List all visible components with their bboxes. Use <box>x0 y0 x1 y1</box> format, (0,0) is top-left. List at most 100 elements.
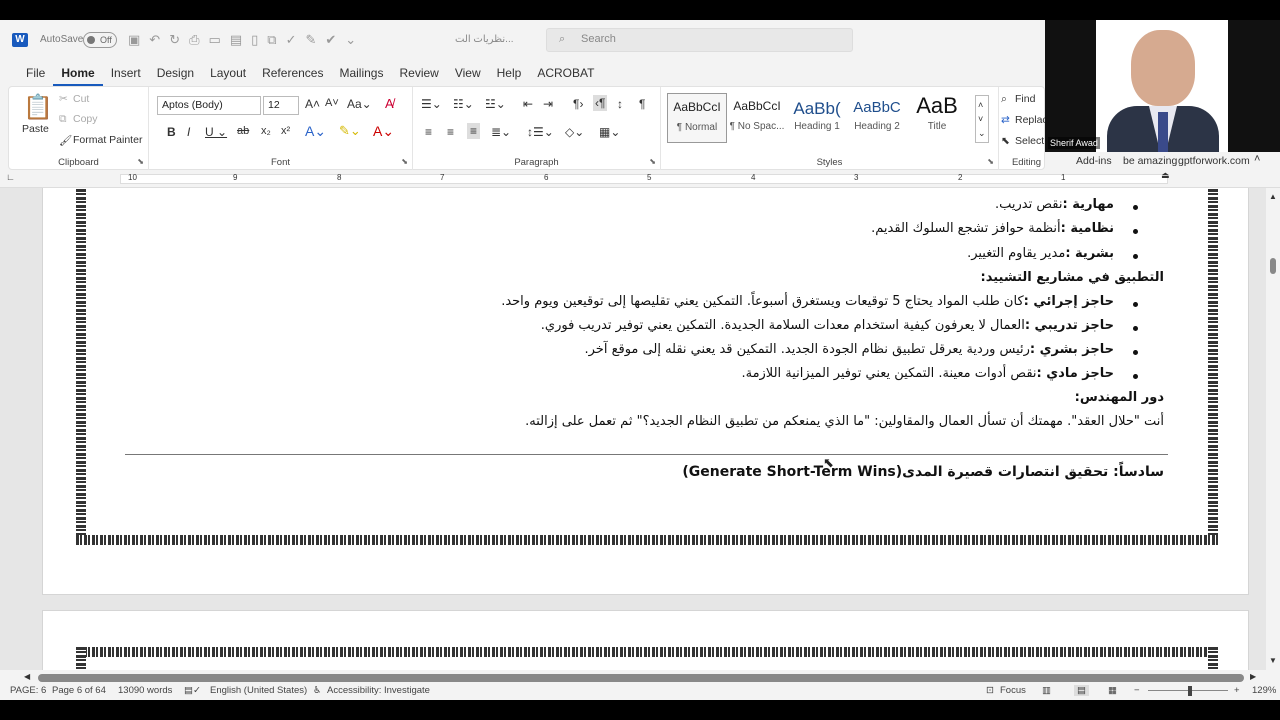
tab-design[interactable]: Design <box>149 60 202 86</box>
sort-icon[interactable]: ↕ <box>617 97 623 111</box>
save-icon[interactable]: ▣ <box>128 32 140 48</box>
accessibility-status[interactable]: Accessibility: Investigate <box>327 685 430 696</box>
document-page[interactable]: مهارية :نقص تدريب. نظامية :أنظمة حوافز ت… <box>42 188 1249 595</box>
proofing-icon[interactable]: ▤✓ <box>184 685 201 696</box>
cut-icon[interactable]: ✂ <box>59 93 68 105</box>
italic-icon[interactable]: I <box>187 125 190 139</box>
underline-icon[interactable]: U ⌄ <box>205 125 227 139</box>
paragraph[interactable]: أنت "حلال العقد". مهمتك أن تسأل العمال و… <box>525 414 1164 429</box>
check-icon[interactable]: ✓ <box>286 32 297 48</box>
page-count[interactable]: Page 6 of 64 <box>52 685 106 696</box>
styles-scroll-icon[interactable]: ˄ ˅ ⌄ <box>975 95 989 143</box>
font-family-select[interactable]: Aptos (Body) <box>157 96 261 115</box>
search-box[interactable]: ⌕ Search <box>546 28 853 52</box>
justify-icon[interactable]: ≣⌄ <box>491 125 511 139</box>
align-center-icon[interactable]: ≡ <box>447 125 454 139</box>
list-item[interactable]: حاجز بشري :رئيس وردية يعرقل تطبيق نظام ا… <box>585 342 1115 357</box>
read-mode-icon[interactable]: ▥ <box>1042 685 1051 696</box>
scroll-up-icon[interactable]: ▲ <box>1269 192 1277 201</box>
tab-layout[interactable]: Layout <box>202 60 254 86</box>
scroll-left-icon[interactable]: ◀ <box>24 672 30 681</box>
tab-references[interactable]: References <box>254 60 331 86</box>
subscript-icon[interactable]: x₂ <box>261 125 271 137</box>
focus-button[interactable]: Focus <box>1000 685 1026 696</box>
paste-icon[interactable]: 📋 <box>23 93 53 122</box>
be-amazing-label[interactable]: be amazing <box>1123 155 1177 167</box>
addins-label[interactable]: Add-ins <box>1076 155 1112 167</box>
zoom-in-icon[interactable]: + <box>1234 685 1240 696</box>
gptforwork-label[interactable]: gptforwork.com <box>1178 155 1250 167</box>
cut-button[interactable]: Cut <box>73 93 89 105</box>
multilevel-list-icon[interactable]: ☳⌄ <box>485 97 506 111</box>
doc-icon[interactable]: ▭ <box>209 32 221 48</box>
superscript-icon[interactable]: x² <box>281 125 290 137</box>
section-heading[interactable]: سادساً: تحقيق انتصارات قصيرة المدى(Gener… <box>682 464 1164 480</box>
vertical-scrollbar[interactable]: ▲ ▼ <box>1266 188 1280 670</box>
numbering-icon[interactable]: ☷⌄ <box>453 97 474 111</box>
font-color-icon[interactable]: A⌄ <box>373 123 394 140</box>
rtl-icon[interactable]: ‹¶ <box>593 95 608 111</box>
page-indicator[interactable]: PAGE: 6 <box>10 685 46 696</box>
tab-acrobat[interactable]: ACROBAT <box>529 60 602 86</box>
spell-icon[interactable]: ✔ <box>325 32 336 48</box>
print-icon[interactable]: ⎙ <box>189 32 199 48</box>
tab-review[interactable]: Review <box>391 60 446 86</box>
bullets-icon[interactable]: ☰⌄ <box>421 97 442 111</box>
focus-icon[interactable]: ⊡ <box>986 685 994 696</box>
section-subheading[interactable]: التطبيق في مشاريع التشييد: <box>981 270 1164 285</box>
replace-icon[interactable]: ⇄ <box>1001 114 1010 126</box>
dialog-launcher-icon[interactable]: ⬊ <box>137 157 144 166</box>
select-button[interactable]: Select <box>1015 135 1045 147</box>
word-count[interactable]: 13090 words <box>118 685 172 696</box>
ltr-icon[interactable]: ¶› <box>573 97 583 111</box>
style-no-spacing[interactable]: AaBbCcI ¶ No Spac... <box>727 93 787 143</box>
paragraph-launcher-icon[interactable]: ⬊ <box>649 157 656 166</box>
list-item[interactable]: مهارية :نقص تدريب. <box>995 197 1114 212</box>
tab-file[interactable]: File <box>18 60 53 86</box>
picture-icon[interactable]: ▤ <box>230 32 242 48</box>
style-normal[interactable]: AaBbCcI ¶ Normal <box>667 93 727 143</box>
tab-insert[interactable]: Insert <box>103 60 149 86</box>
strikethrough-icon[interactable]: ab <box>237 125 249 137</box>
bold-icon[interactable]: B <box>167 125 176 139</box>
align-right-icon[interactable]: ≡ <box>467 123 481 139</box>
document-page[interactable] <box>42 610 1249 670</box>
print-layout-icon[interactable]: ▤ <box>1074 685 1089 696</box>
decrease-indent-icon[interactable]: ⇤ <box>523 97 533 111</box>
format-painter-icon[interactable]: 🖌 <box>59 134 72 147</box>
shrink-font-icon[interactable]: A˅ <box>325 97 339 109</box>
zoom-slider-thumb[interactable] <box>1188 686 1192 696</box>
copy-icon[interactable]: ⧉ <box>59 113 67 126</box>
copy-button[interactable]: Copy <box>73 113 98 125</box>
vertical-scroll-thumb[interactable] <box>1270 258 1276 274</box>
highlight-icon[interactable]: ✎⌄ <box>339 123 361 139</box>
find-button[interactable]: Find <box>1015 93 1035 105</box>
find-icon[interactable]: ⌕ <box>1001 93 1007 106</box>
clear-formatting-icon[interactable]: A̸ <box>385 96 394 111</box>
new-icon[interactable]: ▯ <box>251 32 258 48</box>
styles-launcher-icon[interactable]: ⬊ <box>987 157 994 166</box>
tab-view[interactable]: View <box>447 60 489 86</box>
replace-button[interactable]: Replac <box>1015 114 1045 126</box>
style-title[interactable]: AaB Title <box>907 93 967 143</box>
shading-icon[interactable]: ◇⌄ <box>565 125 584 139</box>
style-heading-1[interactable]: AaBb( Heading 1 <box>787 93 847 143</box>
change-case-icon[interactable]: Aa⌄ <box>347 97 372 111</box>
increase-indent-icon[interactable]: ⇥ <box>543 97 553 111</box>
edit-icon[interactable]: ✎ <box>305 32 316 48</box>
show-marks-icon[interactable]: ¶ <box>639 97 645 111</box>
document-area[interactable]: مهارية :نقص تدريب. نظامية :أنظمة حوافز ت… <box>0 188 1266 670</box>
list-item[interactable]: بشرية :مدير يقاوم التغيير. <box>967 246 1114 261</box>
list-item[interactable]: حاجز إجرائي :كان طلب المواد يحتاج 5 توقي… <box>501 294 1114 309</box>
paste-button[interactable]: Paste <box>22 123 49 135</box>
undo-icon[interactable]: ↶ <box>149 32 160 48</box>
language-indicator[interactable]: English (United States) <box>210 685 307 696</box>
list-item[interactable]: حاجز تدريبي :العمال لا يعرفون كيفية استخ… <box>541 318 1114 333</box>
accessibility-icon[interactable]: ♿ <box>313 685 322 696</box>
scroll-right-icon[interactable]: ▶ <box>1250 672 1256 681</box>
borders-icon[interactable]: ▦⌄ <box>599 125 620 139</box>
font-launcher-icon[interactable]: ⬊ <box>401 157 408 166</box>
list-item[interactable]: نظامية :أنظمة حوافز تشجع السلوك القديم. <box>871 221 1114 236</box>
tab-help[interactable]: Help <box>489 60 530 86</box>
collapse-ribbon-icon[interactable]: ˄ <box>1254 153 1260 165</box>
